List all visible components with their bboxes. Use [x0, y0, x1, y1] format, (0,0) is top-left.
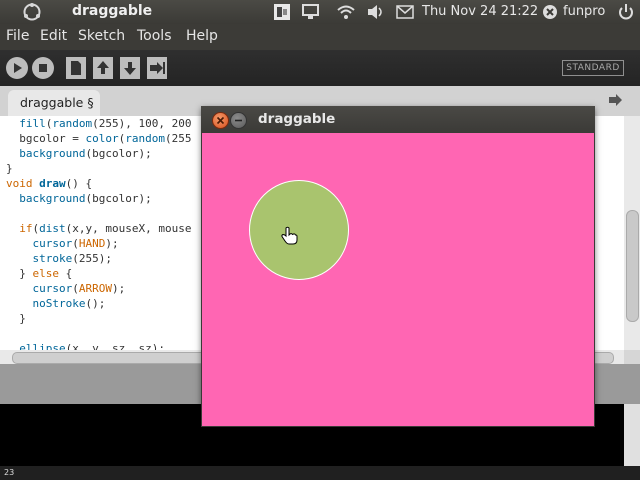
hand-cursor-icon	[281, 226, 298, 245]
draggable-circle[interactable]	[249, 180, 349, 280]
wifi-icon[interactable]	[336, 4, 356, 20]
new-file-icon	[71, 61, 81, 75]
code-text[interactable]: fill(random(255), 100, 200 bgcolor = col…	[6, 116, 191, 350]
code-line[interactable]: } else {	[6, 266, 191, 281]
arrow-up-icon	[97, 61, 109, 74]
code-line[interactable]: stroke(255);	[6, 251, 191, 266]
stop-button[interactable]	[32, 57, 54, 79]
save-button[interactable]	[120, 57, 140, 79]
clock[interactable]: Thu Nov 24 21:22	[422, 4, 538, 19]
code-line[interactable]: fill(random(255), 100, 200	[6, 116, 191, 131]
code-line[interactable]: background(bgcolor);	[6, 191, 191, 206]
code-line[interactable]	[6, 326, 191, 341]
close-button[interactable]	[212, 112, 229, 129]
run-button[interactable]	[6, 57, 28, 79]
sketch-canvas[interactable]	[202, 133, 594, 426]
processing-tray-icon[interactable]	[272, 2, 294, 22]
code-line[interactable]: bgcolor = color(random(255	[6, 131, 191, 146]
mail-icon[interactable]	[396, 5, 414, 19]
console-scrollbar[interactable]	[624, 404, 640, 466]
user-name[interactable]: funpro	[563, 4, 605, 19]
sketch-window-title: draggable	[258, 111, 336, 127]
code-line[interactable]: void draw() {	[6, 176, 191, 191]
code-line[interactable]: }	[6, 311, 191, 326]
menu-file[interactable]: File	[6, 28, 29, 44]
sketch-titlebar[interactable]: draggable	[201, 106, 595, 133]
line-number-bar: 23	[0, 466, 640, 480]
export-arrow-icon	[150, 62, 165, 74]
code-line[interactable]: }	[6, 161, 191, 176]
open-button[interactable]	[93, 57, 113, 79]
arrow-down-icon	[124, 62, 136, 75]
tab-menu-arrow-icon[interactable]	[606, 92, 624, 108]
top-panel: draggable Thu Nov 24 21:22 funpro	[0, 0, 640, 24]
display-icon[interactable]	[302, 4, 320, 20]
code-line[interactable]: noStroke();	[6, 296, 191, 311]
stop-icon	[39, 64, 47, 72]
close-icon	[216, 116, 225, 125]
tab-label: draggable §	[20, 95, 94, 110]
code-line[interactable]: cursor(HAND);	[6, 236, 191, 251]
code-line[interactable]: ellipse(x, y, sz, sz);	[6, 341, 191, 350]
sketch-window[interactable]: draggable	[201, 106, 595, 427]
menu-sketch[interactable]: Sketch	[78, 28, 125, 44]
mode-selector[interactable]: STANDARD	[562, 60, 624, 76]
code-line[interactable]: cursor(ARROW);	[6, 281, 191, 296]
code-line[interactable]: if(dist(x,y, mouseX, mouse	[6, 221, 191, 236]
play-icon	[14, 63, 22, 73]
volume-icon[interactable]	[366, 4, 386, 20]
menu-tools[interactable]: Tools	[137, 28, 172, 44]
menu-edit[interactable]: Edit	[40, 28, 67, 44]
minimize-icon	[235, 119, 242, 122]
tab-draggable[interactable]: draggable §	[8, 90, 100, 116]
ubuntu-logo-icon[interactable]	[22, 3, 42, 21]
app-title: draggable	[72, 3, 153, 19]
menu-bar: File Edit Sketch Tools Help	[0, 24, 640, 50]
power-icon[interactable]	[617, 3, 635, 21]
minimize-button[interactable]	[230, 112, 247, 129]
line-number: 23	[4, 468, 15, 477]
code-line[interactable]	[6, 206, 191, 221]
new-button[interactable]	[66, 57, 86, 79]
editor-vertical-scroll-thumb[interactable]	[626, 210, 639, 322]
user-status-icon[interactable]	[542, 4, 558, 20]
toolbar	[0, 50, 640, 86]
menu-help[interactable]: Help	[186, 28, 218, 44]
code-line[interactable]: background(bgcolor);	[6, 146, 191, 161]
export-button[interactable]	[147, 57, 167, 79]
